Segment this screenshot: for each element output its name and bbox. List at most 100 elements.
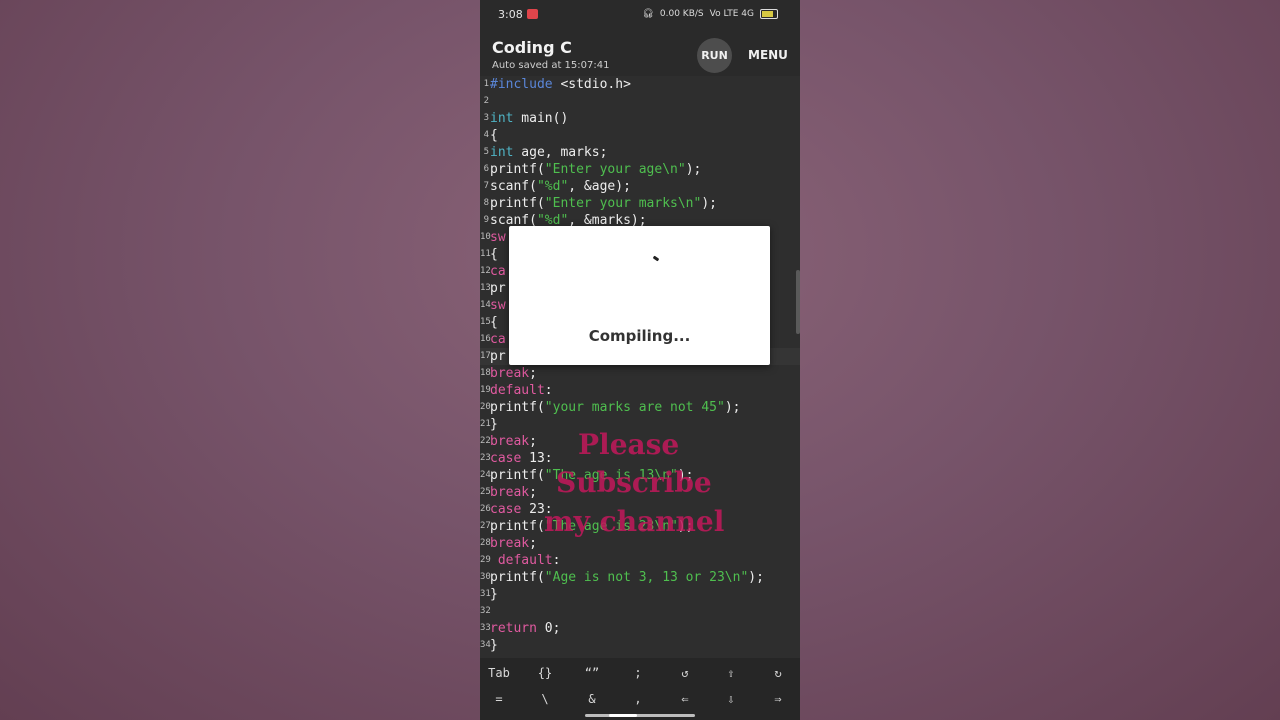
line-number: 23: [480, 453, 491, 463]
code-line[interactable]: 34}: [480, 637, 800, 654]
line-number: 18: [480, 368, 491, 378]
overlay-text-line1: Please: [578, 428, 680, 461]
code-line[interactable]: 1 #include <stdio.h>: [480, 76, 800, 93]
code-text: break;: [490, 365, 537, 382]
keyboard-key[interactable]: \: [525, 687, 565, 711]
menu-button[interactable]: MENU: [748, 48, 788, 62]
code-line[interactable]: 19 default:: [480, 382, 800, 399]
status-icons: 🎧︎ 0.00 KB/S Vo LTE 4G: [642, 9, 778, 19]
code-token: return: [490, 621, 537, 636]
code-token: 0;: [536, 621, 561, 636]
code-line[interactable]: 2: [480, 93, 800, 110]
run-button[interactable]: RUN: [697, 38, 732, 73]
code-text: printf("your marks are not 45");: [490, 399, 740, 416]
code-token: int: [490, 145, 514, 160]
code-token: pr: [490, 349, 506, 364]
status-bar: 3:08 🎧︎ 0.00 KB/S Vo LTE 4G: [480, 0, 800, 30]
keyboard-key[interactable]: ⇐: [665, 687, 705, 711]
code-token: "your marks are not 45": [544, 400, 725, 415]
code-token: ;: [529, 536, 537, 551]
keyboard-key[interactable]: =: [480, 687, 519, 711]
code-token: int: [490, 111, 514, 126]
code-token: {: [490, 128, 498, 143]
code-line[interactable]: 18 break;: [480, 365, 800, 382]
code-line[interactable]: 31}: [480, 586, 800, 603]
code-token: );: [701, 196, 717, 211]
code-token: :: [552, 553, 561, 568]
dialog-message: Compiling...: [588, 327, 691, 345]
line-number: 7: [483, 181, 489, 191]
code-line[interactable]: 20 printf("your marks are not 45");: [480, 399, 800, 416]
app-bar: Coding C Auto saved at 15:07:41 RUN MENU: [480, 30, 800, 80]
code-token: );: [724, 400, 741, 415]
code-line[interactable]: 6 printf("Enter your age\n");: [480, 161, 800, 178]
keyboard-key[interactable]: &: [572, 687, 612, 711]
keyboard-key[interactable]: ↻: [758, 661, 798, 685]
line-number: 14: [480, 300, 491, 310]
code-line[interactable]: 3 int main(): [480, 110, 800, 127]
code-token: default: [490, 553, 553, 568]
code-token: #include: [490, 77, 553, 92]
code-line[interactable]: 30 printf("Age is not 3, 13 or 23\n");: [480, 569, 800, 586]
code-token: ;: [529, 485, 537, 500]
signal-indicator: Vo LTE 4G: [709, 9, 754, 19]
keyboard-key[interactable]: ↺: [665, 661, 705, 685]
nav-bar: [585, 714, 695, 717]
code-token: printf(: [490, 162, 545, 177]
line-number: 11: [480, 249, 491, 259]
code-text: }: [490, 586, 498, 603]
line-number: 26: [480, 504, 491, 514]
line-number: 1: [483, 79, 489, 89]
keyboard-key[interactable]: Tab: [480, 661, 519, 685]
autosave-status: Auto saved at 15:07:41: [492, 60, 610, 71]
keyboard-key[interactable]: ;: [618, 661, 658, 685]
code-token: pr: [490, 281, 506, 296]
code-token: ca: [490, 264, 506, 279]
code-token: ;: [529, 434, 537, 449]
code-text: pr: [490, 280, 506, 297]
code-token: {: [490, 315, 498, 330]
code-text: #include <stdio.h>: [490, 76, 631, 93]
code-editor[interactable]: 1 #include <stdio.h> 2 3 int main() 4{5 int ag…: [480, 76, 800, 658]
code-token: main(): [513, 111, 569, 126]
code-text: }: [490, 416, 498, 433]
code-line[interactable]: 32: [480, 603, 800, 620]
line-number: 20: [480, 402, 491, 412]
headphones-icon: 🎧︎: [642, 9, 654, 19]
line-number: 32: [480, 606, 491, 616]
code-token: break: [490, 434, 530, 449]
code-text: int main(): [490, 110, 568, 127]
line-number: 8: [483, 198, 489, 208]
code-line[interactable]: 33 return 0;: [480, 620, 800, 637]
code-line[interactable]: 29 default:: [480, 552, 800, 569]
code-line[interactable]: 7 scanf("%d", &age);: [480, 178, 800, 195]
keyboard-key[interactable]: {}: [525, 661, 565, 685]
keyboard-key[interactable]: “”: [572, 661, 612, 685]
line-number: 33: [480, 623, 491, 633]
code-line[interactable]: 5 int age, marks;: [480, 144, 800, 161]
code-token: 13:: [521, 451, 553, 466]
code-text: printf("Enter your age\n");: [490, 161, 701, 178]
code-token: :: [544, 383, 553, 398]
line-number: 6: [483, 164, 489, 174]
keyboard-key[interactable]: ⇒: [758, 687, 798, 711]
code-token: sw: [490, 298, 506, 313]
code-line[interactable]: 4{: [480, 127, 800, 144]
line-number: 24: [480, 470, 491, 480]
page-title: Coding C: [492, 38, 572, 57]
keyboard-key[interactable]: ,: [618, 687, 658, 711]
code-text: ca: [490, 331, 506, 348]
code-line[interactable]: 8 printf("Enter your marks\n");: [480, 195, 800, 212]
loading-spinner-icon: [652, 255, 660, 262]
code-text: printf("Enter your marks\n");: [490, 195, 717, 212]
code-token: ca: [490, 332, 506, 347]
line-number: 25: [480, 487, 491, 497]
home-indicator[interactable]: [609, 714, 637, 717]
line-number: 29: [480, 555, 491, 565]
keyboard-key[interactable]: ⇩: [711, 687, 751, 711]
code-text: {: [490, 127, 498, 144]
compiling-dialog: Compiling...: [509, 226, 770, 365]
code-text: sw: [490, 229, 506, 246]
line-number: 34: [480, 640, 491, 650]
keyboard-key[interactable]: ⇧: [711, 661, 751, 685]
